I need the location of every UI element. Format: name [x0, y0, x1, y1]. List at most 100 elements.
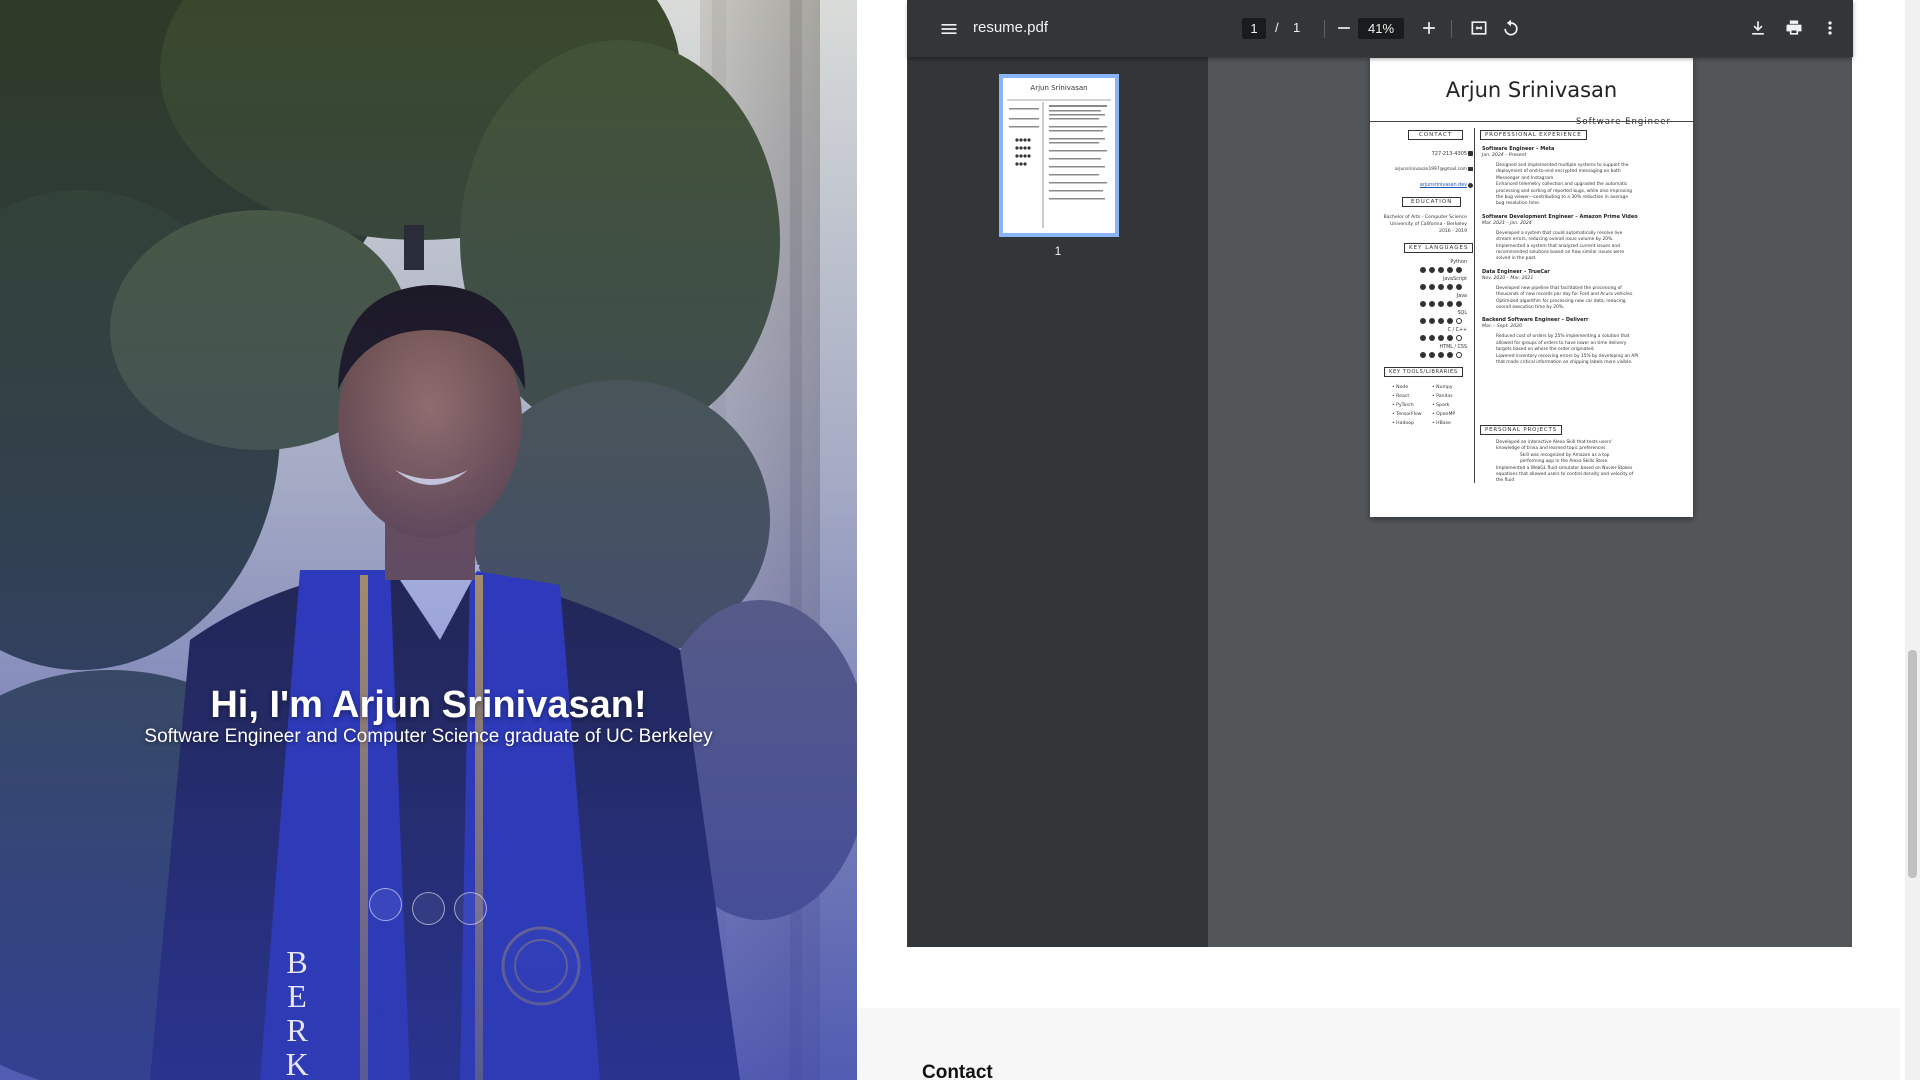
zoom-in-icon	[1423, 22, 1435, 34]
download-button[interactable]	[1742, 12, 1774, 44]
document-title: resume.pdf	[973, 19, 1049, 36]
menu-icon	[941, 24, 957, 34]
job-bullet: the bug viewer—contributing to a 30% red…	[1496, 195, 1629, 200]
pdf-viewer[interactable]: resume.pdf 1 / 1 41% Arjun Srinivasan 1 …	[907, 0, 1853, 947]
skill-dot	[1456, 335, 1462, 341]
skill-dot	[1420, 301, 1426, 307]
education-school: University of California - Berkeley	[1390, 222, 1467, 227]
phone-icon	[1468, 151, 1473, 156]
thumbnail-page-number: 1	[1054, 244, 1062, 258]
skill-dot	[1438, 267, 1444, 273]
skill-dot	[1438, 284, 1444, 290]
pdf-page: Arjun Srinivasan Software Engineer CONTA…	[1370, 58, 1693, 517]
language-name: HTML / CSS	[1439, 345, 1467, 350]
section-experience: PROFESSIONAL EXPERIENCE	[1480, 130, 1587, 140]
skill-dot	[1420, 352, 1426, 358]
carousel-dot-3[interactable]	[454, 892, 487, 925]
job-title: Data Engineer – TrueCar	[1482, 268, 1550, 275]
rotate-icon	[1504, 19, 1518, 36]
language-name: Python	[1450, 260, 1467, 265]
tool-item: • PyTorch	[1392, 403, 1414, 408]
download-icon	[1752, 21, 1764, 35]
pdf-toolbar: resume.pdf 1 / 1 41%	[908, 0, 1853, 57]
job-bullet: processing and sorting of reported bugs,…	[1496, 188, 1633, 194]
hero-section: BERK Hi, I'm Arjun Srinivasan! Software …	[0, 0, 857, 1080]
tool-item: • React	[1392, 394, 1410, 399]
skill-dot	[1438, 352, 1444, 358]
skill-dot	[1456, 352, 1462, 358]
zoom-level-input[interactable]: 41%	[1358, 18, 1404, 39]
page-number-input[interactable]: 1	[1242, 18, 1266, 39]
scrollbar-thumb[interactable]	[1908, 650, 1917, 878]
fit-page-button[interactable]	[1463, 12, 1495, 44]
print-icon	[1786, 20, 1802, 35]
skill-dot	[1429, 267, 1435, 273]
carousel-dot-2[interactable]	[412, 892, 445, 925]
job-title: Software Engineer – Meta	[1482, 146, 1555, 152]
contact-phone: 727-213-4305	[1431, 151, 1467, 157]
hero-title: Hi, I'm Arjun Srinivasan!	[210, 684, 647, 726]
page-thumbnail[interactable]: Arjun Srinivasan	[999, 74, 1119, 237]
skill-dot	[1420, 284, 1426, 290]
language-name: C / C++	[1447, 328, 1467, 333]
project-line: Developed an interactive Alexa Skill tha…	[1496, 440, 1613, 445]
rotate-button[interactable]	[1495, 12, 1527, 44]
resume-role: Software Engineer	[1571, 117, 1675, 127]
section-projects: PERSONAL PROJECTS	[1480, 425, 1562, 435]
language-name: Java	[1456, 294, 1467, 299]
more-vert-icon	[1828, 21, 1832, 35]
toolbar-divider	[1324, 20, 1325, 38]
job-dates: Mar. – Sept. 2020	[1482, 324, 1522, 330]
education-degree: Bachelor of Arts - Computer Science	[1383, 215, 1467, 220]
skill-dot	[1456, 267, 1462, 273]
job-bullet: Developed new pipeline that facilitated …	[1496, 285, 1622, 291]
skill-dot	[1456, 301, 1462, 307]
main-content: resume.pdf 1 / 1 41% Arjun Srinivasan 1 …	[857, 0, 1900, 1083]
print-button[interactable]	[1778, 12, 1810, 44]
project-line: equations that allowed users to control …	[1496, 472, 1634, 477]
skill-dot	[1420, 318, 1426, 324]
thumbnail-preview: Arjun Srinivasan	[1003, 78, 1115, 233]
zoom-in-button[interactable]	[1413, 12, 1445, 44]
job-dates: Jan. 2024 – Present	[1482, 153, 1527, 158]
job-bullet: solved in the past.	[1496, 256, 1537, 262]
tool-item: • Node	[1392, 385, 1409, 390]
job-dates: Mar. 2021 – Jan. 2024	[1482, 220, 1532, 226]
job-bullet: Messenger and Instagram.	[1496, 175, 1555, 181]
tool-item: • Pandas	[1432, 394, 1453, 399]
job-bullet: that made critical information on shippi…	[1496, 360, 1633, 365]
job-bullet: recommended solutions based on how simil…	[1496, 250, 1625, 255]
skill-dot	[1447, 318, 1453, 324]
zoom-out-button[interactable]	[1328, 12, 1360, 44]
section-contact: CONTACT	[1408, 130, 1464, 140]
skill-dot	[1456, 284, 1462, 290]
skill-dot	[1438, 301, 1444, 307]
page-scrollbar[interactable]	[1905, 0, 1920, 1080]
thumbnail-sidebar: Arjun Srinivasan 1	[908, 57, 1208, 947]
tool-item: • Hadoop	[1392, 421, 1414, 426]
job-bullet: bug resolution time.	[1496, 201, 1541, 207]
tool-item: • OpenMP	[1432, 412, 1456, 417]
email-icon	[1468, 167, 1473, 171]
job-bullet: Lowered inventory receiving errors by 15…	[1496, 353, 1639, 359]
page-total: 1	[1293, 20, 1301, 35]
skill-dot	[1447, 335, 1453, 341]
tool-item: • Spark	[1432, 403, 1450, 408]
job-bullet: targets based on where the order origina…	[1496, 347, 1595, 353]
skill-dot	[1438, 335, 1444, 341]
job-dates: Nov. 2020 – Mar. 2021	[1482, 275, 1534, 281]
more-options-button[interactable]	[1814, 12, 1846, 44]
tool-item: • HBase	[1432, 421, 1451, 426]
carousel-dot-1[interactable]	[369, 888, 402, 921]
job-bullet: thousands of new records per day for For…	[1496, 292, 1634, 298]
job-title: Backend Software Engineer – Deliverr	[1482, 317, 1589, 324]
job-bullet: Optimized algorithm for processing new c…	[1496, 298, 1626, 304]
skill-dot	[1447, 267, 1453, 273]
menu-button[interactable]	[933, 13, 965, 45]
job-bullet: Implemented a system that analyzed curre…	[1496, 243, 1620, 249]
project-line: performing app in the Alexa Skills Store…	[1520, 459, 1609, 465]
contact-site: arjunsrinivasan.dev	[1419, 183, 1467, 188]
thumb-name: Arjun Srinivasan	[1030, 84, 1087, 92]
job-bullet: Enhanced telemetry collection and upgrad…	[1496, 182, 1628, 188]
tool-item: • Numpy	[1432, 385, 1453, 390]
